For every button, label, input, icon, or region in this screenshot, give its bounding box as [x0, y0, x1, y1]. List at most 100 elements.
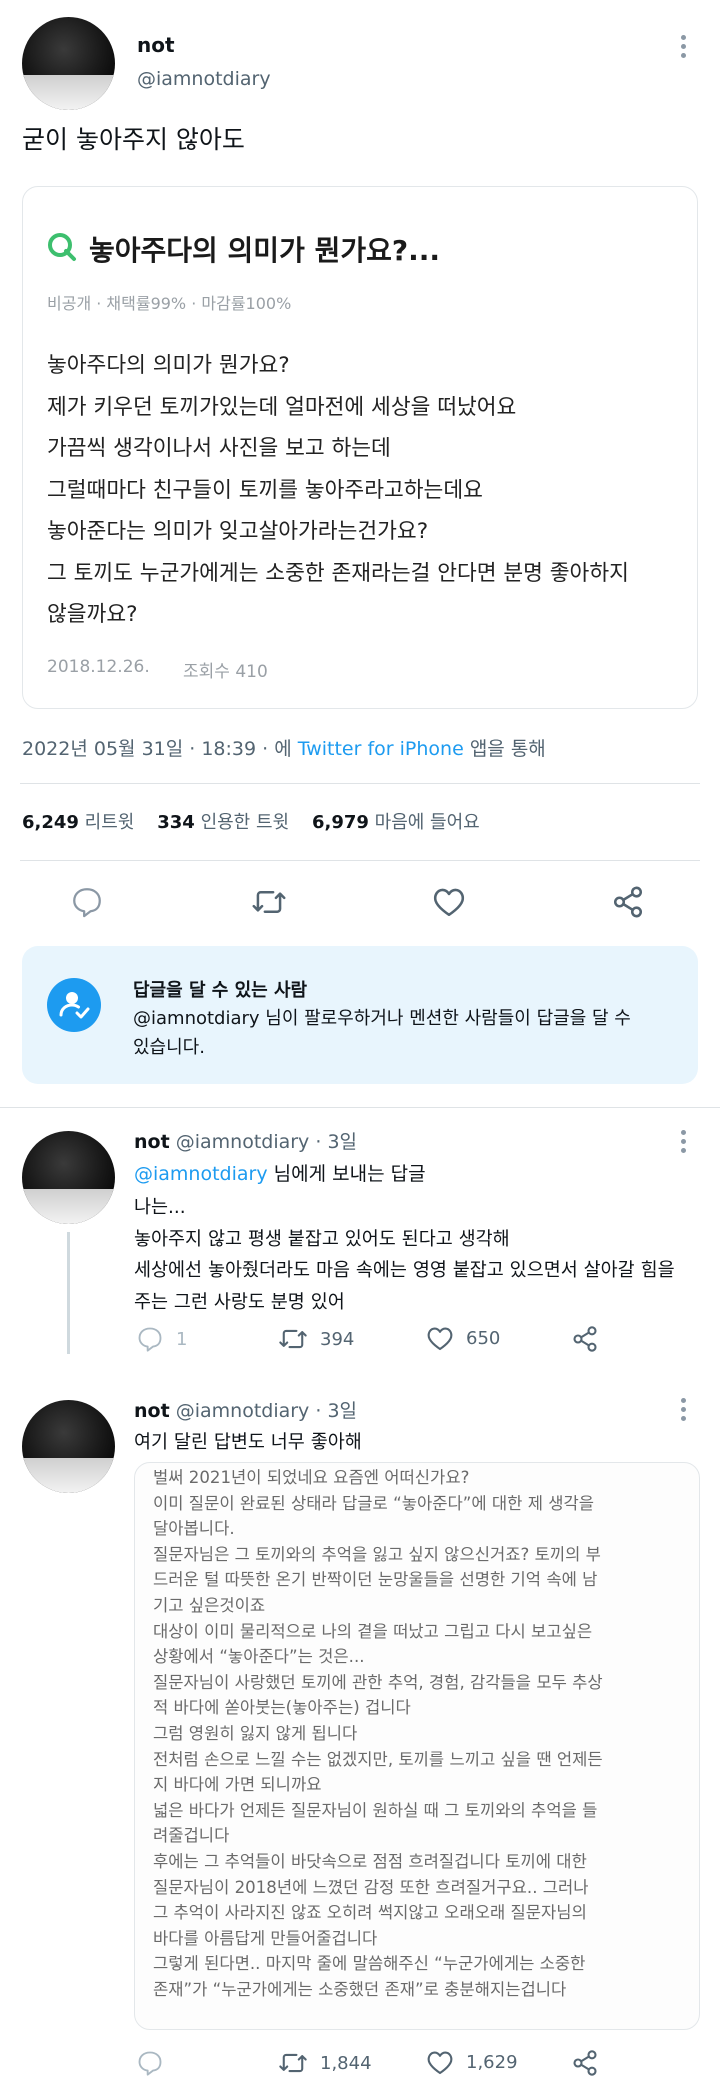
- like-action[interactable]: 1,629: [426, 2049, 518, 2076]
- share-icon[interactable]: [571, 2049, 599, 2081]
- retweet-icon: [279, 2053, 307, 2073]
- question-line: 그럴때마다 친구들이 토끼를 놓아주라고하는데요: [47, 477, 483, 503]
- reply-time[interactable]: · 3일: [315, 1131, 357, 1153]
- like-count: 650: [466, 1328, 501, 1349]
- avatar[interactable]: [22, 1131, 115, 1224]
- notice-text: @iamnotdiary 님이 팔로우하거나 멘션한 사람들이 답글을 달 수 …: [133, 1004, 693, 1062]
- display-name[interactable]: not: [134, 1400, 170, 1422]
- timestamp-row: 2022년 05월 31일 · 18:39 · 에 Twitter for iP…: [22, 734, 546, 761]
- like-count-link[interactable]: 6,979 마음에 들어요: [312, 812, 480, 833]
- divider: [20, 783, 700, 784]
- like-label: 마음에 들어요: [374, 812, 480, 833]
- embedded-question-card[interactable]: 놓아주다의 의미가 뭔가요?... 비공개 · 채택률99% · 마감률100%…: [22, 186, 698, 709]
- notice-handle: @iamnotdiary: [133, 1008, 260, 1029]
- handle[interactable]: @iamnotdiary: [176, 1400, 310, 1422]
- answer-line: 대상이 이미 물리적으로 나의 곁을 떠났고 그립고 다시 보고싶은: [153, 1621, 593, 1641]
- answer-line: 질문자님이 2018년에 느꼈던 감정 또한 흐려질거구요.. 그러나: [153, 1877, 589, 1897]
- answer-line: 바다를 아름답게 만들어줄겁니다: [153, 1928, 378, 1948]
- avatar[interactable]: [22, 17, 115, 110]
- answer-line: 넓은 바다가 언제든 질문자님이 원하실 때 그 토끼와의 추억을 들: [153, 1800, 598, 1820]
- answer-line: 려줄겁니다: [153, 1826, 230, 1846]
- display-name[interactable]: not: [134, 1131, 170, 1153]
- retweet-action[interactable]: 394: [278, 1325, 354, 1353]
- more-icon[interactable]: [681, 35, 687, 62]
- answer-line: 상황에서 “놓아준다”는 것은...: [153, 1647, 365, 1667]
- divider: [20, 860, 700, 861]
- answer-line: 그럼 영원히 잃지 않게 됩니다: [153, 1723, 358, 1743]
- like-action[interactable]: 650: [426, 1325, 500, 1352]
- reply-icon[interactable]: [136, 2049, 164, 2081]
- answer-line: 후에는 그 추억들이 바닷속으로 점점 흐려질겁니다 토끼에 대한: [153, 1851, 587, 1871]
- question-title: 놓아주다의 의미가 뭔가요?...: [89, 234, 441, 267]
- handle[interactable]: @iamnotdiary: [137, 68, 271, 90]
- retweet-count: 394: [320, 1328, 355, 1350]
- like-icon: [427, 2051, 453, 2075]
- retweet-count-link[interactable]: 6,249 리트윗: [22, 812, 134, 833]
- quote-count-link[interactable]: 334 인용한 트윗: [157, 812, 289, 833]
- answer-line: 전처럼 손으로 느낄 수는 없겠지만, 토끼를 느끼고 싶을 땐 언제든: [153, 1749, 603, 1769]
- answer-line: 질문자님은 그 토끼와의 추억을 잃고 싶지 않으신거죠? 토끼의 부: [153, 1544, 601, 1564]
- answer-line: 그 추억이 사라지진 않죠 오히려 썩지않고 오래오래 질문자님의: [153, 1903, 587, 1923]
- retweet-count: 6,249: [22, 812, 79, 833]
- thread-line: [67, 1232, 70, 1354]
- answer-line: 드러운 털 따뜻한 온기 반짝이던 눈망울들을 선명한 기억 속에 남: [153, 1570, 598, 1590]
- notice-title: 답글을 달 수 있는 사람: [133, 980, 308, 1001]
- reply-time[interactable]: · 3일: [315, 1400, 357, 1422]
- person-check-icon: [47, 978, 101, 1032]
- reply-count: 1: [176, 1328, 188, 1350]
- question-line: 제가 키우던 토끼가있는데 얼마전에 세상을 떠났어요: [47, 394, 517, 420]
- stats-row: 6,249 리트윗 334 인용한 트윗 6,979 마음에 들어요: [22, 808, 480, 834]
- quote-label: 인용한 트윗: [200, 812, 290, 833]
- answer-image[interactable]: 벌써 2021년이 되었네요 요즘엔 어떠신가요? 이미 질문이 완료된 상태라…: [134, 1462, 700, 2030]
- more-icon[interactable]: [681, 1130, 687, 1157]
- like-count: 6,979: [311, 812, 369, 833]
- like-icon[interactable]: [432, 886, 466, 922]
- reply-action[interactable]: 1: [136, 1325, 187, 1353]
- search-q-icon: [47, 232, 77, 262]
- retweet-action[interactable]: 1,844: [278, 2049, 372, 2077]
- share-icon[interactable]: [611, 885, 645, 923]
- answer-line: 그렇게 된다면.. 마지막 줄에 말씀해주신 “누군가에게는 소중한: [153, 1954, 586, 1974]
- reply-line: 놓아주지 않고 평생 붙잡고 있어도 된다고 생각해: [134, 1228, 510, 1250]
- share-icon[interactable]: [571, 1325, 599, 1357]
- retweet-icon: [279, 1329, 307, 1349]
- avatar[interactable]: [22, 1400, 115, 1493]
- reply-header: not @iamnotdiary · 3일: [134, 1396, 357, 1423]
- notice-text-line2: 있습니다.: [133, 1037, 205, 1058]
- replying-to: @iamnotdiary 님에게 보내는 답글: [134, 1159, 426, 1186]
- question-line: 놓아주다의 의미가 뭔가요?: [47, 353, 290, 378]
- answer-line: 존재”가 “누군가에게는 소중했던 존재”로 충분해지는겁니다: [153, 1979, 567, 1999]
- retweet-count: 1,844: [320, 2052, 372, 2074]
- question-date: 2018.12.26.: [47, 657, 150, 677]
- handle[interactable]: @iamnotdiary: [176, 1131, 310, 1153]
- reply-line: 주는 그런 사랑도 분명 있어: [134, 1291, 345, 1313]
- answer-line: 벌써 2021년이 되었네요 요즘엔 어떠신가요?: [153, 1468, 470, 1487]
- notice-text-rest: 님이 팔로우하거나 멘션한 사람들이 답글을 달 수: [259, 1008, 631, 1029]
- source-link[interactable]: Twitter for iPhone: [298, 738, 464, 760]
- tweet-text: 굳이 놓아주지 않아도: [22, 125, 245, 154]
- question-views: 조회수 410: [183, 662, 268, 682]
- reply-icon[interactable]: [70, 885, 104, 923]
- question-line: 그 토끼도 누군가에게는 소중한 존재라는걸 안다면 분명 좋아하지: [47, 560, 629, 586]
- question-body: 놓아주다의 의미가 뭔가요? 제가 키우던 토끼가있는데 얼마전에 세상을 떠났…: [47, 345, 687, 636]
- retweet-icon[interactable]: [251, 885, 287, 923]
- source-suffix: 앱을 통해: [469, 738, 546, 760]
- replying-handle[interactable]: @iamnotdiary: [134, 1163, 268, 1185]
- reply-permission-notice: 답글을 달 수 있는 사람 @iamnotdiary 님이 팔로우하거나 멘션한…: [22, 946, 698, 1084]
- answer-line: 기고 싶은것이죠: [153, 1595, 266, 1615]
- reply-header: not @iamnotdiary · 3일: [134, 1127, 357, 1154]
- replying-suffix: 님에게 보내는 답글: [267, 1163, 426, 1185]
- answer-text: 벌써 2021년이 되었네요 요즘엔 어떠신가요? 이미 질문이 완료된 상태라…: [153, 1465, 693, 2002]
- like-count: 1,629: [466, 2052, 518, 2073]
- display-name[interactable]: not: [137, 33, 175, 57]
- reply-text: 여기 달린 답변도 너무 좋아해: [134, 1432, 362, 1453]
- retweet-label: 리트윗: [84, 812, 135, 833]
- reply-line: 나는...: [134, 1197, 186, 1218]
- question-line: 놓아준다는 의미가 잊고살아가라는건가요?: [47, 519, 429, 544]
- quote-count: 334: [157, 812, 195, 833]
- answer-line: 이미 질문이 완료된 상태라 답글로 “놓아준다”에 대한 제 생각을: [153, 1493, 595, 1513]
- more-icon[interactable]: [681, 1398, 687, 1425]
- answer-line: 적 바다에 쏟아붓는(놓아주는) 겁니다: [153, 1698, 411, 1718]
- divider: [0, 1107, 720, 1108]
- answer-line: 질문자님이 사랑했던 토끼에 관한 추억, 경험, 감각들을 모두 추상: [153, 1672, 603, 1692]
